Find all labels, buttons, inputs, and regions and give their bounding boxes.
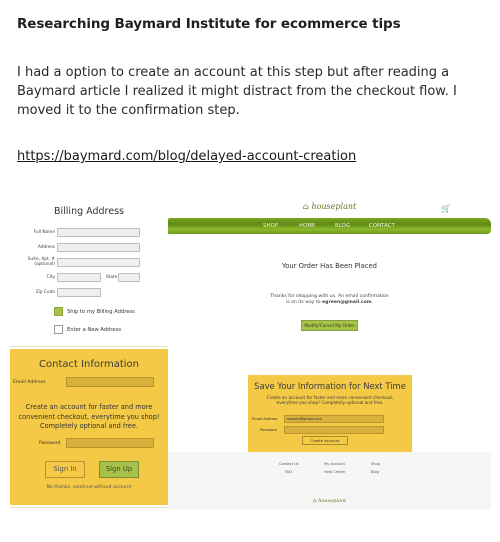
ship-to-billing-label: Ship to my Billing Address xyxy=(67,309,135,315)
nav-shop[interactable]: SHOP xyxy=(263,223,278,229)
suite-input[interactable] xyxy=(57,258,140,267)
footer-contact-us[interactable]: Contact Us xyxy=(279,462,299,466)
footer-logo-text: houseplant xyxy=(318,498,347,504)
contact-information-panel: Contact Information Email Address Create… xyxy=(10,349,168,505)
divider xyxy=(10,346,168,347)
save-title: Save Your Information for Next Time xyxy=(254,381,406,391)
contact-title: Contact Information xyxy=(39,359,139,370)
post-heading: Researching Baymard Institute for ecomme… xyxy=(17,16,401,32)
footer-faq[interactable]: FAQ xyxy=(285,470,292,474)
email-label: Email Address xyxy=(13,380,46,385)
order-text-end: . xyxy=(371,300,374,305)
save-email-input[interactable]: egreen@gmail.com xyxy=(284,415,384,423)
order-placed-title: Your Order Has Been Placed xyxy=(281,262,377,270)
billing-address-form: Billing Address Full Name Address Suite,… xyxy=(10,200,168,340)
nav-blog[interactable]: BLOG xyxy=(335,223,350,229)
footer-shop[interactable]: Shop xyxy=(371,462,380,466)
city-input[interactable] xyxy=(57,273,101,282)
state-input[interactable] xyxy=(118,273,140,282)
order-email: egreen@gmail.com xyxy=(322,300,372,305)
full-name-input[interactable] xyxy=(57,228,140,237)
nav-bar: SHOP HOME BLOG CONTACT xyxy=(168,218,491,234)
footer-logo[interactable]: ⌂ houseplant xyxy=(168,498,491,504)
site-logo-text: houseplant xyxy=(311,202,357,211)
zip-input[interactable] xyxy=(57,288,101,297)
sign-up-button[interactable]: Sign Up xyxy=(99,461,139,478)
cart-icon[interactable]: 🛒 xyxy=(441,204,451,213)
full-name-label: Full Name xyxy=(33,230,55,235)
house-leaf-icon: ⌂ xyxy=(302,202,309,211)
account-message: Create an account for faster and more co… xyxy=(18,403,160,430)
modify-cancel-order-button[interactable]: Modify/Cancel My Order xyxy=(301,320,358,331)
new-address-checkbox[interactable] xyxy=(54,325,63,334)
create-account-button[interactable]: Create Account xyxy=(302,436,348,445)
password-label: Password xyxy=(39,441,61,446)
sign-in-button[interactable]: Sign In xyxy=(45,461,85,478)
footer-help-center[interactable]: Help Center xyxy=(324,470,345,474)
suite-label: Suite, Apt. # (optional) xyxy=(5,257,55,267)
ship-to-billing-checkbox[interactable] xyxy=(54,307,63,316)
order-confirmation-text: Thanks for shopping with us. An email co… xyxy=(248,294,411,306)
email-input[interactable] xyxy=(66,377,154,387)
save-information-panel: Save Your Information for Next Time Crea… xyxy=(248,375,412,453)
suite-label-line2: (optional) xyxy=(34,262,55,267)
continue-without-account-link[interactable]: No thanks, continue without account xyxy=(10,485,168,490)
footer-my-account[interactable]: My Account xyxy=(324,462,345,466)
footer-house-icon: ⌂ xyxy=(312,498,317,504)
save-password-input[interactable] xyxy=(284,426,384,434)
zip-label: Zip Code xyxy=(35,290,55,295)
article-link[interactable]: https://baymard.com/blog/delayed-account… xyxy=(17,149,356,164)
state-label: State xyxy=(106,275,118,280)
nav-home[interactable]: HOME xyxy=(299,223,316,229)
post-paragraph: I had a option to create an account at t… xyxy=(17,65,457,118)
save-message: Create an account for faster and more co… xyxy=(266,395,394,406)
footer-blog[interactable]: Blog xyxy=(371,470,379,474)
order-text-line2: is on its way to xyxy=(285,300,323,305)
new-address-label: Enter a New Address xyxy=(67,327,122,333)
save-password-label: Password xyxy=(260,428,277,432)
divider xyxy=(10,507,168,508)
address-label: Address xyxy=(37,245,55,250)
order-confirmation-mockup: ⌂ houseplant 🛒 SHOP HOME BLOG CONTACT Yo… xyxy=(168,196,491,510)
address-input[interactable] xyxy=(57,243,140,252)
site-footer: Contact Us FAQ My Account Help Center Sh… xyxy=(168,452,491,510)
nav-contact[interactable]: CONTACT xyxy=(369,223,395,229)
save-email-label: Email Address xyxy=(252,417,278,421)
order-text-line1: Thanks for shopping with us. An email co… xyxy=(270,294,389,299)
billing-title: Billing Address xyxy=(54,206,124,217)
password-input[interactable] xyxy=(66,438,154,448)
city-label: City xyxy=(46,275,55,280)
